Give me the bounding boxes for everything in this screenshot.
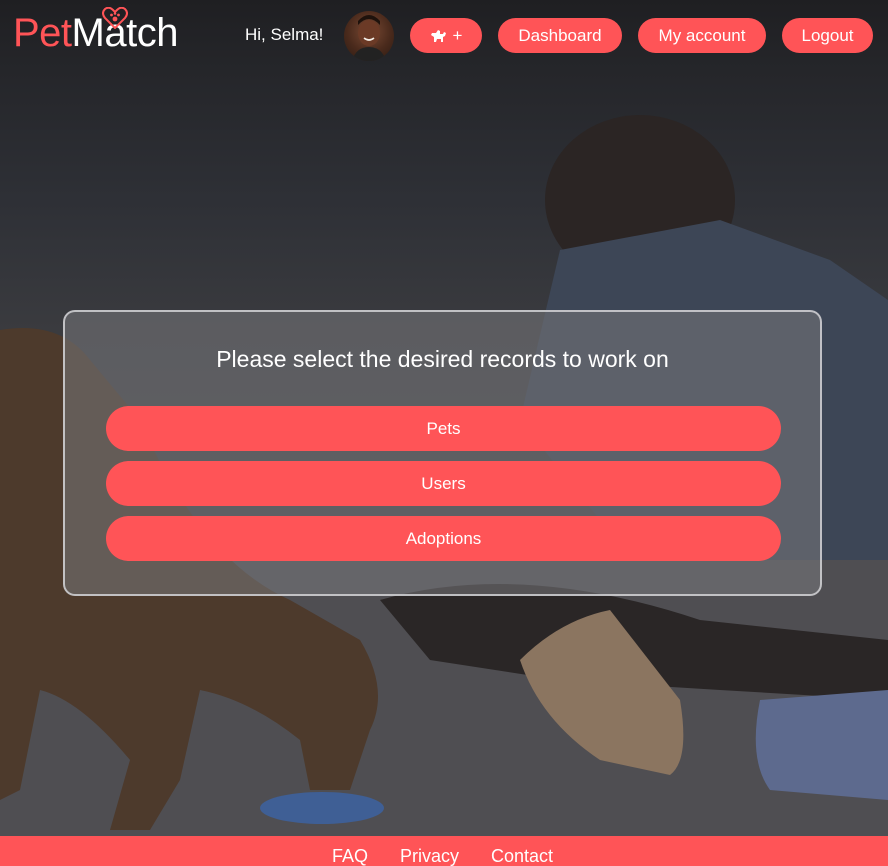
- top-nav-bar: PetMatch Hi, Selma! + Dashboard My accou…: [0, 0, 888, 70]
- footer-privacy-link[interactable]: Privacy: [400, 845, 459, 866]
- pets-records-button[interactable]: Pets: [106, 406, 781, 451]
- panel-title: Please select the desired records to wor…: [216, 346, 669, 372]
- dog-icon: [430, 30, 446, 42]
- footer-bar: FAQ Privacy Contact: [0, 836, 888, 866]
- record-selection-panel: Please select the desired records to wor…: [63, 310, 822, 596]
- logo-text-pet: Pet: [13, 11, 72, 55]
- add-pet-button[interactable]: +: [410, 18, 482, 53]
- user-greeting: Hi, Selma!: [245, 25, 324, 44]
- users-records-button[interactable]: Users: [106, 461, 781, 506]
- footer-contact-link[interactable]: Contact: [491, 845, 553, 866]
- user-avatar[interactable]: [344, 11, 394, 61]
- footer-faq-link[interactable]: FAQ: [332, 845, 368, 866]
- logout-button[interactable]: Logout: [782, 18, 873, 53]
- petmatch-logo[interactable]: PetMatch: [13, 7, 178, 56]
- avatar-portrait: [352, 15, 386, 61]
- adoptions-records-button[interactable]: Adoptions: [106, 516, 781, 561]
- add-pet-plus: +: [452, 26, 463, 45]
- my-account-button[interactable]: My account: [638, 18, 766, 53]
- paw-heart-icon: [102, 7, 128, 29]
- dashboard-button[interactable]: Dashboard: [498, 18, 622, 53]
